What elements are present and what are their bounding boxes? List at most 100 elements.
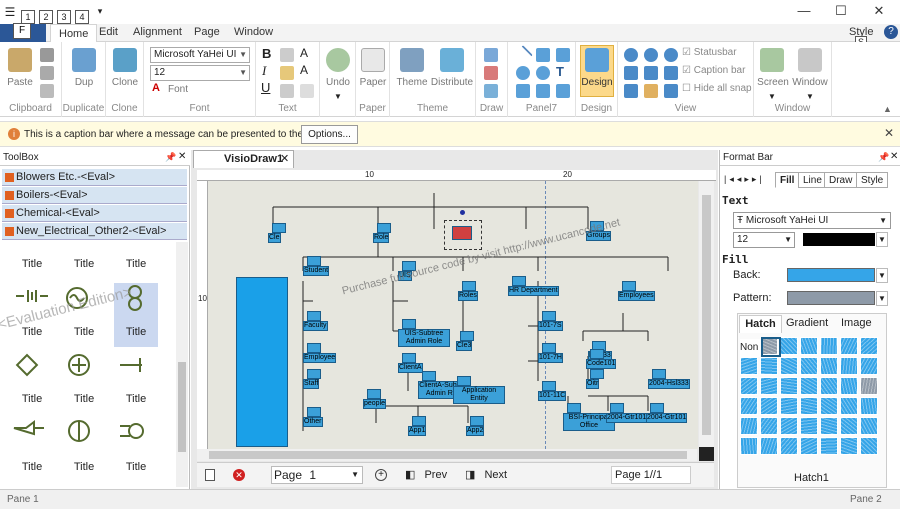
hatch-swatch[interactable] <box>780 377 798 395</box>
hatch-swatch[interactable] <box>760 357 778 375</box>
clone-icon[interactable] <box>113 48 137 72</box>
shape-title[interactable]: Title <box>114 326 158 338</box>
theme-label[interactable]: Theme <box>394 77 430 88</box>
org-node-icon[interactable] <box>412 416 426 426</box>
tab-line[interactable]: Line <box>798 172 827 188</box>
shape-title[interactable]: Title <box>62 258 106 270</box>
line-icon[interactable] <box>513 45 533 65</box>
toolbox-category[interactable]: New_Electrical_Other2-<Eval> <box>2 223 187 240</box>
connector-icon[interactable] <box>484 66 498 80</box>
format-painter-icon[interactable] <box>40 84 54 98</box>
font-family-select[interactable]: Microsoft YaHei UI ▼ <box>150 47 250 63</box>
org-node-icon[interactable] <box>470 416 484 426</box>
org-node-label[interactable]: 2004-Gtr101 <box>646 413 688 423</box>
clone-label[interactable]: Clone <box>108 77 142 88</box>
customize-qat-icon[interactable]: ▾ <box>93 5 107 19</box>
org-node-icon[interactable] <box>622 281 636 291</box>
shape-title[interactable]: Title <box>62 461 106 473</box>
org-node-icon[interactable] <box>307 311 321 321</box>
hatch-swatch[interactable] <box>840 417 858 435</box>
org-node-icon[interactable] <box>652 369 666 379</box>
org-node-label[interactable]: Employee <box>303 353 337 363</box>
close-icon[interactable]: ✕ <box>884 126 894 140</box>
tab-nav-arrows[interactable]: |◂◂▸▸| <box>724 174 765 185</box>
org-node-label[interactable]: HR Department <box>508 286 559 296</box>
distribute-icon[interactable] <box>440 48 464 72</box>
org-node-label[interactable]: 101-11C <box>538 391 567 401</box>
shape-title[interactable]: Title <box>114 393 158 405</box>
tab-home[interactable]: Home <box>50 24 98 43</box>
minimize-button[interactable]: — <box>792 3 816 18</box>
pin-icon[interactable]: 📌 <box>165 152 176 163</box>
tab-fill[interactable]: Fill <box>775 172 800 188</box>
pin-icon[interactable]: 📌 <box>878 152 889 163</box>
tab-image[interactable]: Image <box>841 317 872 329</box>
rotate-handle[interactable] <box>460 210 465 215</box>
hide-snap-checkbox[interactable]: ☐ Hide all snap <box>682 83 752 94</box>
hatch-swatch[interactable] <box>840 437 858 455</box>
circle-icon[interactable] <box>536 66 550 80</box>
org-node-label[interactable]: people <box>363 399 387 409</box>
quick-access-1[interactable]: 1 <box>21 10 35 24</box>
hatch-swatch[interactable] <box>740 357 758 375</box>
hatch-swatch[interactable] <box>800 417 818 435</box>
distribute-label[interactable]: Distribute <box>428 77 476 88</box>
next-button[interactable]: ◨ Next <box>465 468 507 481</box>
hatch-swatch[interactable] <box>860 337 878 355</box>
ellipse-icon[interactable] <box>516 66 530 80</box>
hatch-swatch[interactable] <box>840 357 858 375</box>
align-center-icon[interactable] <box>280 66 294 80</box>
paste-icon[interactable] <box>8 48 32 72</box>
help-icon[interactable]: ? <box>884 25 898 39</box>
org-node-label[interactable]: Faculty <box>303 321 328 331</box>
zoom-100-icon[interactable] <box>664 66 678 80</box>
org-node-label[interactable]: 2004-Gtr101 <box>606 413 648 423</box>
drawing-canvas[interactable]: Student Faculty Employee Staff Other UIS UIS-S… <box>208 181 698 449</box>
toolbox-category[interactable]: Blowers Etc.-<Eval> <box>2 169 187 186</box>
scrollbar-thumb[interactable] <box>702 195 711 435</box>
shape-title[interactable]: Title <box>10 393 54 405</box>
org-node-label[interactable]: Cle <box>268 233 281 243</box>
hatch-swatch[interactable] <box>760 397 778 415</box>
chevron-down-icon[interactable]: ▼ <box>876 268 888 283</box>
font-size-select[interactable]: 12 ▼ <box>150 65 250 81</box>
tab-draw[interactable]: Draw <box>824 172 858 188</box>
caption-bar-checkbox[interactable]: ☑ Caption bar <box>682 65 745 76</box>
app-menu-icon[interactable]: ☰ <box>3 6 17 20</box>
toolbox-category[interactable]: Boilers-<Eval> <box>2 187 187 204</box>
tab-alignment[interactable]: Alignment <box>133 26 182 38</box>
toolbox-category[interactable]: Chemical-<Eval> <box>2 205 187 222</box>
collapse-ribbon-icon[interactable]: ▲ <box>883 104 892 114</box>
org-node-icon[interactable] <box>542 343 556 353</box>
chevron-down-icon[interactable]: ▼ <box>768 92 776 101</box>
maximize-button[interactable]: ☐ <box>829 3 853 19</box>
quick-access-2[interactable]: 2 <box>39 10 53 24</box>
hatch-swatch[interactable] <box>800 337 818 355</box>
tab-style[interactable]: Style <box>856 172 889 188</box>
org-node-label[interactable]: Application Entity <box>453 386 505 404</box>
v-scrollbar[interactable] <box>699 181 714 449</box>
close-icon[interactable]: ✕ <box>280 151 289 168</box>
org-node-icon[interactable] <box>422 371 436 381</box>
org-node-label[interactable]: App2 <box>466 426 485 436</box>
org-node-icon[interactable] <box>610 403 624 413</box>
shape-icon[interactable] <box>484 84 498 98</box>
hatch-swatch[interactable] <box>860 377 878 395</box>
rectangle-icon[interactable] <box>536 48 550 62</box>
theme-icon[interactable] <box>400 48 424 72</box>
org-node-icon[interactable] <box>307 256 321 266</box>
hatch-swatch[interactable] <box>860 437 878 455</box>
org-node-icon[interactable] <box>542 381 556 391</box>
hatch-swatch[interactable] <box>860 357 878 375</box>
hatch-swatch[interactable] <box>780 417 798 435</box>
org-node-icon[interactable] <box>402 319 416 329</box>
close-icon[interactable]: ✕ <box>178 151 186 162</box>
paper-label[interactable]: Paper <box>357 77 389 88</box>
chevron-down-icon[interactable]: ▼ <box>876 291 888 306</box>
hand-icon[interactable] <box>644 84 658 98</box>
shape-title[interactable]: Title <box>114 258 158 270</box>
hatch-swatch[interactable] <box>820 337 838 355</box>
text-style-icon[interactable] <box>300 84 314 98</box>
hatch-swatch[interactable] <box>780 357 798 375</box>
large-shape[interactable] <box>236 277 288 447</box>
